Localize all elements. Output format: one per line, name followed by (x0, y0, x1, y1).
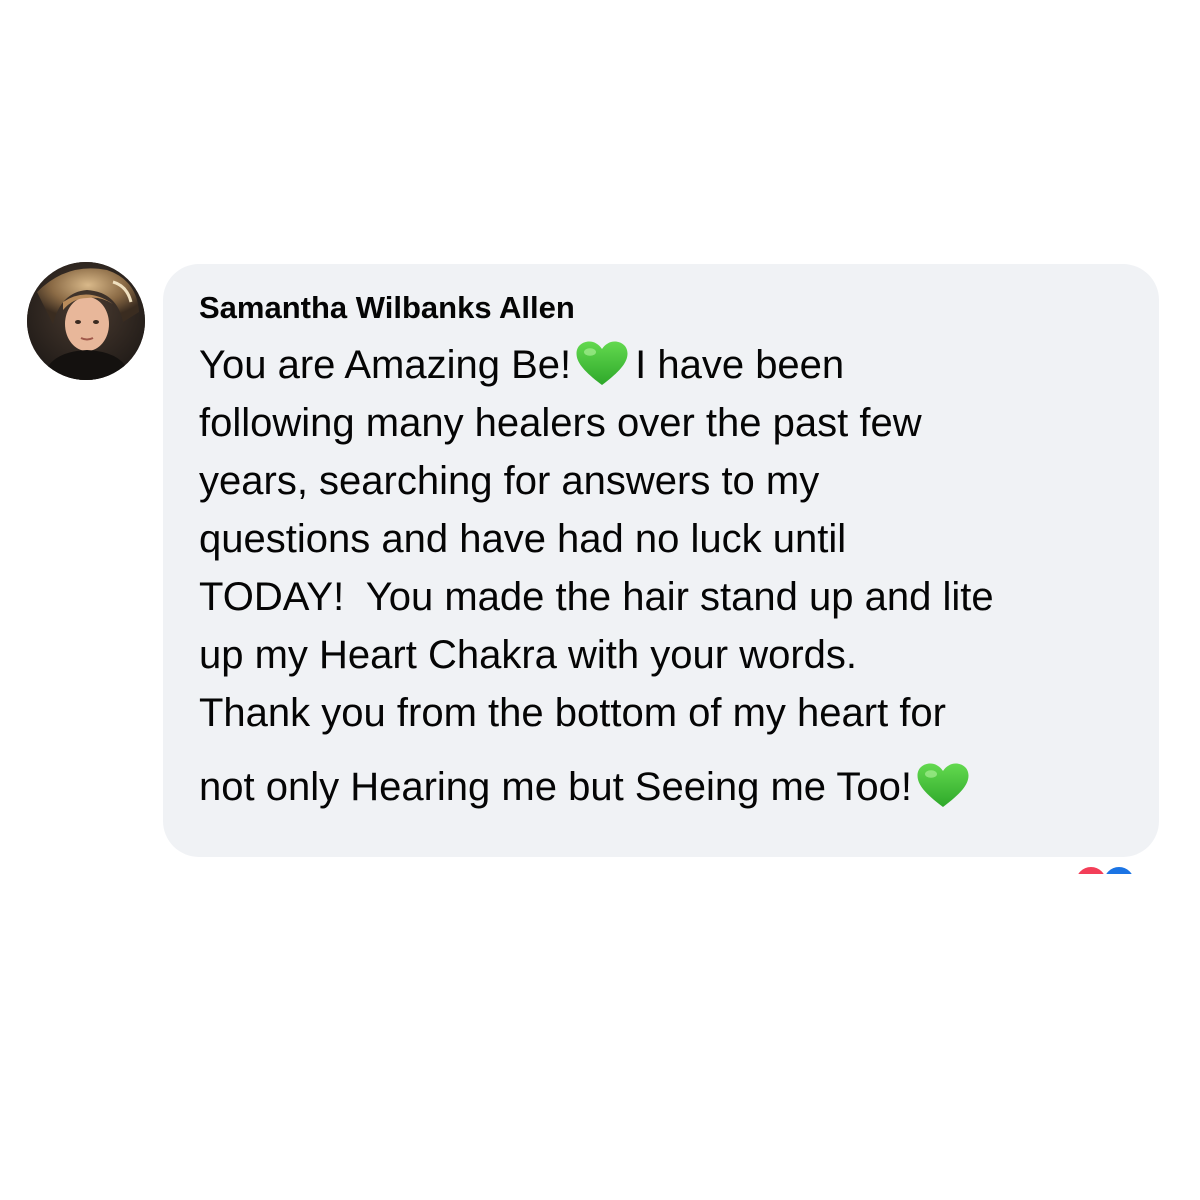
comment-line: up my Heart Chakra with your words. (199, 633, 858, 677)
comment-line: not only Hearing me but Seeing me Too! (199, 758, 1129, 816)
like-reaction-icon (1102, 865, 1136, 874)
comment-line: TODAY! You made the hair stand up and li… (199, 575, 994, 619)
comment-author-name[interactable]: Samantha Wilbanks Allen (199, 286, 1129, 330)
reaction-summary[interactable] (1066, 860, 1156, 874)
comment-line: questions and have had no luck until (199, 517, 847, 561)
avatar[interactable] (27, 262, 145, 380)
comment-line: You are Amazing Be! I have been (199, 336, 1129, 394)
comment-row: Samantha Wilbanks Allen You are Amazing … (0, 0, 1200, 1200)
comment-line: Thank you from the bottom of my heart fo… (199, 691, 946, 735)
comment-line: years, searching for answers to my (199, 459, 820, 503)
green-heart-icon (917, 763, 969, 807)
green-heart-icon (576, 341, 628, 385)
love-reaction-icon (1074, 865, 1108, 874)
comment-text: You are Amazing Be! I have been following… (199, 336, 1129, 816)
comment-line: following many healers over the past few (199, 401, 922, 445)
comment-bubble: Samantha Wilbanks Allen You are Amazing … (163, 264, 1159, 857)
avatar-photo (27, 262, 145, 380)
